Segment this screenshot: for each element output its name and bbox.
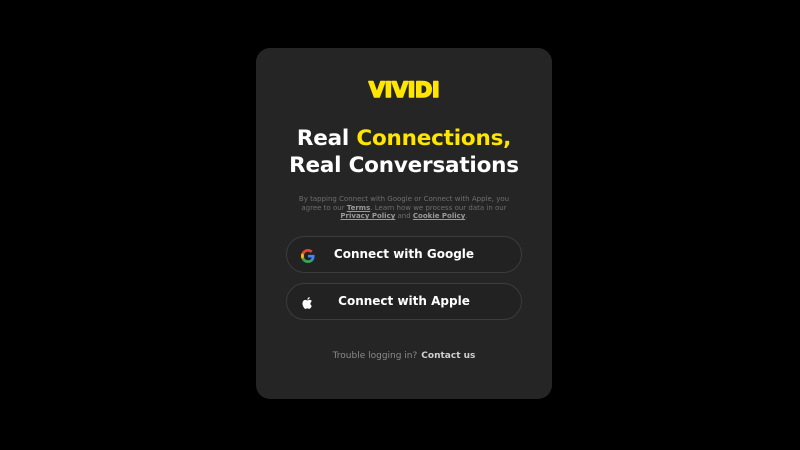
headline: Real Connections, Real Conversations	[256, 125, 552, 179]
apple-button-label: Connect with Apple	[338, 294, 470, 308]
trouble-text: Trouble logging in?	[332, 351, 418, 361]
connect-apple-button[interactable]: Connect with Apple	[286, 283, 522, 320]
legal-notice: By tapping Connect with Google or Connec…	[296, 195, 512, 221]
google-button-label: Connect with Google	[333, 247, 475, 261]
vividi-logo: VIVIDI	[256, 77, 552, 105]
svg-text:VIVIDI: VIVIDI	[369, 78, 439, 101]
headline-accent: Connections,	[356, 126, 512, 151]
cookie-policy-link[interactable]: Cookie Policy	[413, 212, 465, 220]
login-card: VIVIDI Real Connections, Real Conversati…	[256, 48, 552, 399]
legal-text-4: .	[465, 212, 468, 221]
terms-link[interactable]: Terms	[347, 204, 371, 212]
trouble-logging-in: Trouble logging in? Contact us	[256, 351, 552, 361]
connect-google-button[interactable]: Connect with Google	[286, 236, 522, 273]
contact-us-link[interactable]: Contact us	[421, 351, 475, 361]
headline-line-2: Real Conversations	[289, 153, 519, 178]
legal-text-2: . Learn how we process our data in our	[370, 203, 507, 212]
headline-line-1: Real Connections,	[256, 125, 552, 152]
headline-prefix: Real	[296, 126, 357, 151]
legal-text-3: and	[395, 212, 413, 221]
privacy-policy-link[interactable]: Privacy Policy	[340, 212, 395, 220]
